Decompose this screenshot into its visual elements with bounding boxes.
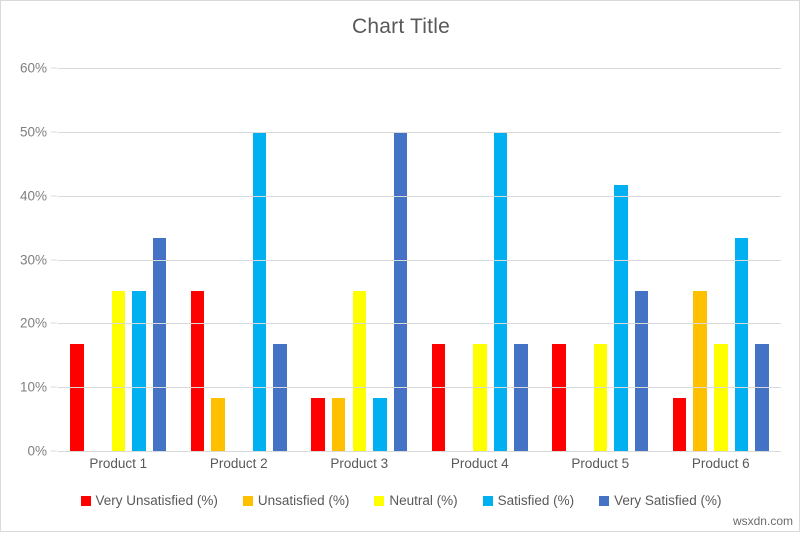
legend-item-label: Very Satisfied (%) xyxy=(614,493,722,508)
x-axis-line xyxy=(58,451,781,452)
x-axis-labels: Product 1 Product 2 Product 3 Product 4 Prod… xyxy=(58,456,781,471)
y-axis-tick-label: 60% xyxy=(19,60,47,76)
bar[interactable] xyxy=(693,291,707,451)
bar[interactable] xyxy=(614,184,628,451)
bar[interactable] xyxy=(431,344,446,451)
bar[interactable] xyxy=(552,344,566,451)
legend-swatch-icon xyxy=(242,495,253,506)
gridline xyxy=(58,259,781,261)
x-axis-tick-label: Product 6 xyxy=(691,456,750,471)
y-axis-tick-mark xyxy=(51,67,57,69)
bar[interactable] xyxy=(473,344,487,451)
gridline xyxy=(58,323,781,325)
x-axis-tick-label: Product 2 xyxy=(209,456,268,471)
legend-item[interactable]: Unsatisfied (%) xyxy=(242,493,350,508)
gridline xyxy=(58,68,781,69)
legend-item-label: Satisfied (%) xyxy=(497,493,575,508)
legend-item[interactable]: Very Unsatisfied (%) xyxy=(80,493,218,508)
bar[interactable] xyxy=(111,291,125,451)
bar[interactable] xyxy=(190,291,205,451)
bar[interactable] xyxy=(211,398,225,451)
gridline xyxy=(58,131,781,133)
bar[interactable] xyxy=(331,398,346,451)
legend-item[interactable]: Satisfied (%) xyxy=(482,493,575,508)
y-axis-tick-label: 40% xyxy=(19,188,47,204)
y-axis-tick-mark xyxy=(51,195,57,197)
bar[interactable] xyxy=(672,398,687,451)
y-axis-tick-label: 10% xyxy=(19,379,47,395)
legend-item[interactable]: Very Satisfied (%) xyxy=(599,493,721,508)
y-axis-tick-mark xyxy=(51,131,57,133)
bar[interactable] xyxy=(593,344,607,451)
x-axis-tick-label: Product 1 xyxy=(89,456,148,471)
gridline xyxy=(58,195,781,197)
legend-swatch-icon xyxy=(374,495,385,506)
bar[interactable] xyxy=(152,238,167,451)
chart-container: Chart Title 60% 50% 40% 30% 20% 10% 0% Product… xyxy=(0,0,800,532)
bar[interactable] xyxy=(393,131,408,451)
bar[interactable] xyxy=(634,291,649,451)
x-axis-tick-label: Product 5 xyxy=(571,456,630,471)
bar[interactable] xyxy=(311,398,325,451)
legend-swatch-icon xyxy=(599,495,610,506)
y-axis-tick-mark xyxy=(51,322,57,324)
y-axis-tick-label: 0% xyxy=(27,443,47,459)
legend-swatch-icon xyxy=(80,495,91,506)
bar[interactable] xyxy=(252,131,267,451)
x-axis-tick-label: Product 4 xyxy=(450,456,509,471)
bar[interactable] xyxy=(514,344,528,451)
bar[interactable] xyxy=(352,291,366,451)
legend-item[interactable]: Neutral (%) xyxy=(374,493,458,508)
chart-legend: Very Unsatisfied (%) Unsatisfied (%) Neutr… xyxy=(1,493,800,508)
y-axis-tick-label: 30% xyxy=(19,252,47,267)
bar[interactable] xyxy=(373,398,387,451)
y-axis-tick-mark xyxy=(51,259,57,260)
x-axis-tick-label: Product 3 xyxy=(330,456,389,471)
legend-item-label: Neutral (%) xyxy=(389,493,458,508)
gridline xyxy=(58,387,781,389)
watermark-label: wsxdn.com xyxy=(732,514,793,528)
legend-item-label: Very Unsatisfied (%) xyxy=(95,493,218,508)
bar[interactable] xyxy=(714,344,728,451)
bar[interactable] xyxy=(70,344,84,451)
y-axis: 60% 50% 40% 30% 20% 10% 0% xyxy=(1,1,58,533)
y-axis-tick-mark xyxy=(51,450,57,452)
bar[interactable] xyxy=(273,344,287,451)
y-axis-tick-mark xyxy=(51,386,57,388)
y-axis-tick-label: 50% xyxy=(19,124,47,140)
legend-swatch-icon xyxy=(482,495,493,506)
legend-item-label: Unsatisfied (%) xyxy=(257,493,350,508)
bar[interactable] xyxy=(493,131,508,451)
chart-title: Chart Title xyxy=(352,15,450,38)
bar[interactable] xyxy=(755,344,769,451)
bar[interactable] xyxy=(734,238,749,451)
y-axis-tick-label: 20% xyxy=(19,315,47,331)
plot-area xyxy=(58,68,781,452)
bar[interactable] xyxy=(132,291,146,451)
